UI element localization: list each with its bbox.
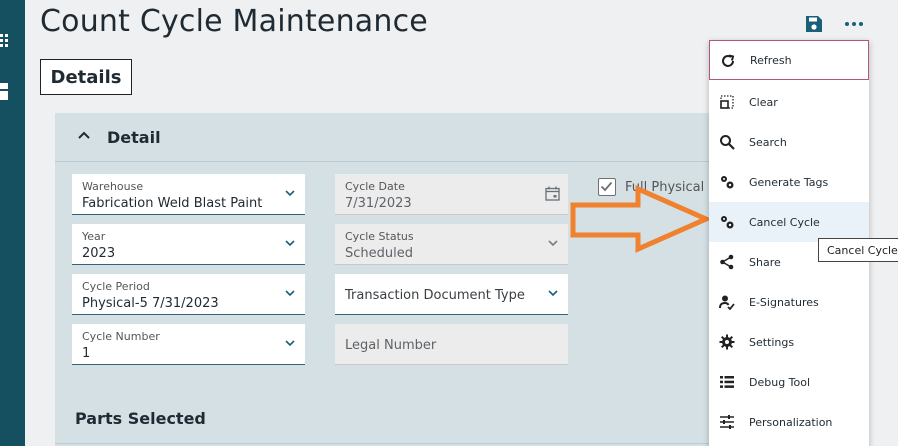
save-icon[interactable] xyxy=(805,15,823,33)
page-title: Count Cycle Maintenance xyxy=(40,4,428,39)
menu-item-label: Search xyxy=(749,135,787,149)
menu-item-personalization[interactable]: Personalization xyxy=(709,402,869,442)
warehouse-value: Fabrication Weld Blast Paint xyxy=(82,196,263,211)
search-icon xyxy=(720,135,735,150)
chevron-down-icon xyxy=(548,240,558,247)
menu-item-search[interactable]: Search xyxy=(709,122,869,162)
cycle-status-field: Cycle Status Scheduled xyxy=(335,224,568,265)
cycle-period-value: Physical-5 7/31/2023 xyxy=(82,296,219,311)
menu-item-e-signatures[interactable]: E-Signatures xyxy=(709,282,869,322)
more-options-icon[interactable] xyxy=(843,16,865,32)
transaction-document-type-field[interactable]: Transaction Document Type xyxy=(335,274,568,315)
cycle-date-label: Cycle Date xyxy=(345,180,405,193)
menu-item-label: Personalization xyxy=(749,415,833,429)
menu-item-label: Generate Tags xyxy=(749,175,829,189)
menu-item-debug-tool[interactable]: Debug Tool xyxy=(709,362,869,402)
menu-item-cancel-cycle[interactable]: Cancel Cycle xyxy=(709,202,869,242)
cycle-period-label: Cycle Period xyxy=(82,280,150,293)
menu-item-label: Share xyxy=(749,255,781,269)
chevron-down-icon[interactable] xyxy=(548,290,558,297)
clear-icon xyxy=(720,95,734,109)
chevron-down-icon[interactable] xyxy=(285,240,295,247)
menu-item-label: Clear xyxy=(749,95,778,109)
legal-number-placeholder: Legal Number xyxy=(345,338,437,353)
menu-item-settings[interactable]: Settings xyxy=(709,322,869,362)
cycle-period-field[interactable]: Cycle Period Physical-5 7/31/2023 xyxy=(72,274,305,315)
cycle-status-label: Cycle Status xyxy=(345,230,414,243)
menu-item-label: Settings xyxy=(749,335,795,349)
gear-icon xyxy=(719,334,735,350)
refresh-icon xyxy=(722,54,735,67)
year-value: 2023 xyxy=(82,246,116,261)
menu-item-clear[interactable]: Clear xyxy=(709,82,869,122)
tab-details[interactable]: Details xyxy=(40,59,132,95)
tooltip: Cancel Cycle xyxy=(818,238,898,262)
chevron-down-icon[interactable] xyxy=(285,340,295,347)
detail-panel: Detail Warehouse Fabrication Weld Blast … xyxy=(55,113,755,446)
calendar-icon xyxy=(545,186,560,201)
dashboard-icon[interactable] xyxy=(0,82,10,100)
warehouse-label: Warehouse xyxy=(82,180,144,193)
sliders-icon xyxy=(720,415,734,429)
warehouse-field[interactable]: Warehouse Fabrication Weld Blast Paint xyxy=(72,174,305,215)
gears-icon xyxy=(721,176,734,189)
menu-item-label: Cancel Cycle xyxy=(749,215,820,229)
menu-item-label: E-Signatures xyxy=(749,295,819,309)
divider xyxy=(55,443,755,444)
detail-panel-title: Detail xyxy=(107,128,161,147)
apps-grid-icon[interactable] xyxy=(0,32,10,50)
gears-icon xyxy=(721,216,734,229)
cycle-date-field: Cycle Date 7/31/2023 xyxy=(335,174,568,215)
detail-panel-header[interactable]: Detail xyxy=(55,113,755,162)
parts-selected-title: Parts Selected xyxy=(75,409,206,428)
menu-item-generate-tags[interactable]: Generate Tags xyxy=(709,162,869,202)
list-icon xyxy=(720,376,734,388)
cycle-number-label: Cycle Number xyxy=(82,330,160,343)
transaction-document-type-placeholder: Transaction Document Type xyxy=(345,288,525,303)
year-field[interactable]: Year 2023 xyxy=(72,224,305,265)
cycle-number-field[interactable]: Cycle Number 1 xyxy=(72,324,305,365)
arrow-annotation xyxy=(570,185,710,253)
chevron-down-icon[interactable] xyxy=(285,190,295,197)
menu-item-refresh[interactable]: Refresh xyxy=(709,40,869,80)
legal-number-field: Legal Number xyxy=(335,324,568,365)
year-label: Year xyxy=(82,230,106,243)
share-icon xyxy=(720,254,734,270)
chevron-up-icon[interactable] xyxy=(77,130,91,140)
menu-item-label: Refresh xyxy=(750,53,792,67)
left-nav-rail xyxy=(0,0,25,446)
cycle-number-value: 1 xyxy=(82,346,91,361)
cycle-status-value: Scheduled xyxy=(345,246,413,261)
cycle-date-value: 7/31/2023 xyxy=(345,196,412,211)
signature-icon xyxy=(719,295,735,310)
chevron-down-icon[interactable] xyxy=(285,290,295,297)
menu-item-label: Debug Tool xyxy=(749,375,811,389)
